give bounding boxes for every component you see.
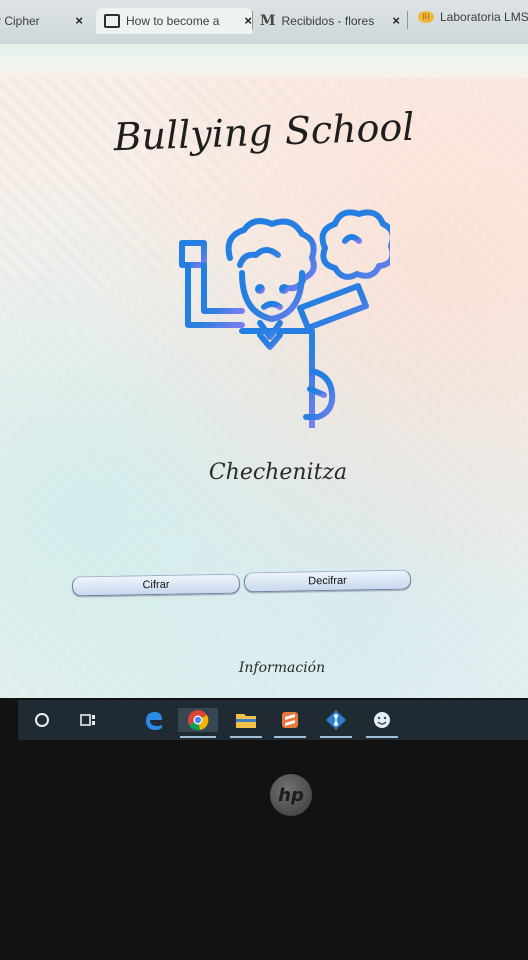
close-icon[interactable]: × (75, 13, 83, 28)
tab-cipher[interactable]: r Cipher × (0, 8, 83, 34)
tab-label: r Cipher (0, 14, 40, 28)
page-title: Bullying School (112, 104, 416, 160)
page-icon (104, 14, 120, 28)
tab-gmail[interactable]: M Recibidos - flores × (260, 8, 400, 34)
laboratoria-icon: {L} (418, 11, 434, 23)
gmail-icon: M (260, 13, 276, 29)
task-view-icon[interactable] (76, 708, 100, 732)
author-name: Chechenitza (208, 460, 348, 485)
active-indicator (320, 736, 352, 738)
bullied-student-icon (179, 209, 390, 428)
chrome-icon[interactable] (178, 708, 218, 738)
active-indicator (366, 736, 398, 738)
tab-how-to-become[interactable]: How to become a × (96, 8, 252, 34)
close-icon[interactable]: × (392, 13, 400, 28)
decrypt-button[interactable]: Decifrar (243, 569, 412, 593)
information-link[interactable]: Información (0, 660, 528, 676)
windows-taskbar (18, 700, 528, 740)
tab-label: How to become a (126, 14, 220, 28)
emoji-app-icon[interactable] (364, 708, 400, 738)
tab-separator (252, 11, 253, 29)
browser-toolbar-glare (0, 44, 528, 78)
web-page: Bullying School Chechenitza Cifrar Decif… (0, 78, 528, 698)
encrypt-button[interactable]: Cifrar (71, 573, 241, 597)
edge-icon[interactable] (140, 708, 166, 732)
active-indicator (180, 736, 216, 738)
file-explorer-icon[interactable] (228, 708, 264, 738)
tab-label: Recibidos - flores (281, 14, 375, 28)
close-icon[interactable]: × (244, 13, 252, 28)
hp-logo: hp (270, 774, 312, 816)
active-indicator (230, 736, 262, 738)
git-icon[interactable] (318, 708, 354, 738)
tab-label: Laboratoria LMS (440, 10, 528, 24)
sublime-text-icon[interactable] (272, 708, 308, 738)
browser-tab-strip: r Cipher × How to become a × M Recibidos… (0, 0, 528, 44)
tab-separator (407, 11, 408, 29)
monitor-screen: r Cipher × How to become a × M Recibidos… (0, 0, 528, 745)
tab-laboratoria[interactable]: {L} Laboratoria LMS (418, 4, 528, 30)
active-indicator (274, 736, 306, 738)
start-icon[interactable] (30, 708, 54, 732)
